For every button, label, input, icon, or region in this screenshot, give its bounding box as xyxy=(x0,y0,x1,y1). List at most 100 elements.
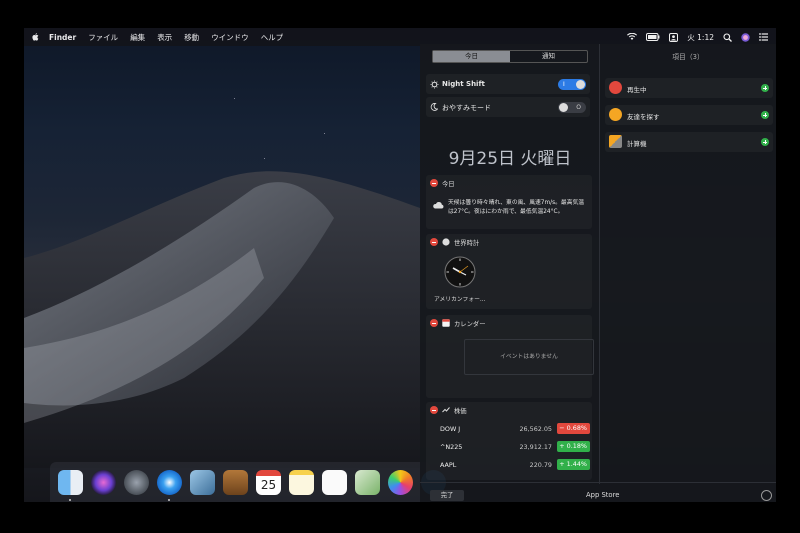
panel-footer: 完了 App Store xyxy=(420,482,776,502)
widget-header: カレンダー xyxy=(430,318,485,328)
reminders-icon[interactable] xyxy=(322,470,347,495)
running-indicator xyxy=(168,499,170,501)
stock-row[interactable]: ^N225 23,912.17 + 0.18% xyxy=(440,440,590,454)
notes-icon[interactable] xyxy=(289,470,314,495)
widget-header: 世界時計 xyxy=(430,237,479,247)
calculator-icon xyxy=(609,135,622,148)
clock-city-label: アメリカンフォー... xyxy=(434,297,486,303)
weather-forecast-text: 天候は曇り時々晴れ、東の風、風速7m/s。最高気温は27°C。夜はにわか雨で、最… xyxy=(448,200,585,215)
apple-icon[interactable] xyxy=(32,33,39,41)
stock-change-badge[interactable]: − 0.68% xyxy=(557,423,590,434)
menu-file[interactable]: ファイル xyxy=(82,32,124,43)
desktop: Finder ファイル 編集 表示 移動 ウインドウ ヘルプ 火 1:12 25 xyxy=(24,28,776,502)
today-notifications-tabs: 今日 通知 xyxy=(432,50,588,63)
widget-title: 世界時計 xyxy=(454,239,480,247)
calendar-icon[interactable]: 25 xyxy=(256,470,281,495)
finder-icon[interactable] xyxy=(58,470,83,495)
add-widget-icon[interactable] xyxy=(761,138,769,146)
siri-icon[interactable] xyxy=(91,470,116,495)
widget-title: カレンダー xyxy=(454,320,486,328)
do-not-disturb-toggle[interactable]: O xyxy=(558,102,586,113)
calendar-empty-box: イベントはありません xyxy=(464,339,594,375)
widget-item-label: 友達を探す xyxy=(627,113,660,121)
notification-center-panel: 今日 通知 Night Shift I おやすみモード O 9月25日 火曜日 … xyxy=(420,44,776,502)
menu-view[interactable]: 表示 xyxy=(151,32,178,43)
stocks-icon xyxy=(442,407,450,413)
add-widget-icon[interactable] xyxy=(761,111,769,119)
do-not-disturb-row: おやすみモード O xyxy=(426,97,590,117)
stock-row[interactable]: DOW J 26,562.05 − 0.68% xyxy=(440,422,590,436)
widget-item-now-playing[interactable]: 再生中 xyxy=(605,78,773,98)
star xyxy=(234,98,235,99)
night-shift-row: Night Shift I xyxy=(426,74,590,94)
mail-icon[interactable] xyxy=(190,470,215,495)
widget-title: 株価 xyxy=(454,407,467,415)
clock-icon xyxy=(442,238,450,246)
user-account-icon[interactable] xyxy=(669,32,679,42)
remove-widget-icon[interactable] xyxy=(430,406,438,414)
calendar-widget: カレンダー イベントはありません xyxy=(426,315,594,398)
stock-price: 220.79 xyxy=(529,461,552,469)
menu-app-name[interactable]: Finder xyxy=(43,33,82,42)
cloud-icon xyxy=(433,202,444,209)
star xyxy=(324,133,325,134)
stock-symbol: AAPL xyxy=(440,461,457,469)
panel-divider xyxy=(599,44,600,484)
tab-today[interactable]: 今日 xyxy=(433,51,510,62)
night-shift-toggle[interactable]: I xyxy=(558,79,586,90)
photos-icon[interactable] xyxy=(388,470,413,495)
widget-item-find-friends[interactable]: 友達を探す xyxy=(605,105,773,125)
toggle-knob xyxy=(576,80,585,89)
settings-gear-icon[interactable] xyxy=(761,490,772,501)
widget-header: 今日 xyxy=(430,178,455,188)
remove-widget-icon[interactable] xyxy=(430,319,438,327)
world-clock-widget: 世界時計 アメリカンフォー... xyxy=(426,234,592,309)
spotlight-search-icon[interactable] xyxy=(723,32,732,42)
analog-clock-face xyxy=(444,256,476,288)
widget-item-label: 計算機 xyxy=(627,140,647,148)
remove-widget-icon[interactable] xyxy=(430,238,438,246)
night-shift-label: Night Shift xyxy=(442,80,485,88)
widget-title: 今日 xyxy=(442,180,455,188)
menu-help[interactable]: ヘルプ xyxy=(255,32,290,43)
calendar-empty-text: イベントはありません xyxy=(500,354,558,360)
calendar-icon xyxy=(442,319,450,327)
stock-change-badge[interactable]: + 1.44% xyxy=(557,459,590,470)
stock-symbol: DOW J xyxy=(440,425,461,433)
toggle-on-mark: I xyxy=(563,81,565,88)
stock-price: 26,562.05 xyxy=(519,425,552,433)
app-store-link[interactable]: App Store xyxy=(586,491,619,499)
dock: 25 xyxy=(50,462,446,502)
tab-notifications[interactable]: 通知 xyxy=(510,51,587,62)
moon-icon xyxy=(430,103,438,111)
stock-price: 23,912.17 xyxy=(519,443,552,451)
stocks-widget: 株価 DOW J 26,562.05 − 0.68% ^N225 23,912.… xyxy=(426,402,592,480)
remove-widget-icon[interactable] xyxy=(430,179,438,187)
menu-window[interactable]: ウインドウ xyxy=(205,32,255,43)
siri-icon[interactable] xyxy=(741,32,750,42)
stock-symbol: ^N225 xyxy=(440,443,463,451)
launchpad-icon[interactable] xyxy=(124,470,149,495)
do-not-disturb-label: おやすみモード xyxy=(442,104,491,112)
add-widget-icon[interactable] xyxy=(761,84,769,92)
toggle-off-mark: O xyxy=(576,104,581,111)
stock-change-badge[interactable]: + 0.18% xyxy=(557,441,590,452)
stock-row[interactable]: AAPL 220.79 + 1.44% xyxy=(440,458,590,472)
desert-dunes-wallpaper xyxy=(24,171,420,468)
battery-icon[interactable] xyxy=(646,33,660,41)
toggle-knob xyxy=(559,103,568,112)
widget-item-calculator[interactable]: 計算機 xyxy=(605,132,773,152)
done-button[interactable]: 完了 xyxy=(430,490,464,501)
menu-go[interactable]: 移動 xyxy=(178,32,205,43)
find-friends-icon xyxy=(609,108,622,121)
widget-header: 株価 xyxy=(430,405,467,415)
safari-icon[interactable] xyxy=(157,470,182,495)
menu-edit[interactable]: 編集 xyxy=(124,32,151,43)
maps-icon[interactable] xyxy=(355,470,380,495)
notification-center-icon[interactable] xyxy=(759,33,768,41)
contacts-icon[interactable] xyxy=(223,470,248,495)
widget-list-header: 項目（3） xyxy=(672,53,704,61)
clock[interactable]: 火 1:12 xyxy=(687,32,714,43)
wifi-icon[interactable] xyxy=(627,33,638,41)
today-date: 9月25日 火曜日 xyxy=(448,149,572,169)
